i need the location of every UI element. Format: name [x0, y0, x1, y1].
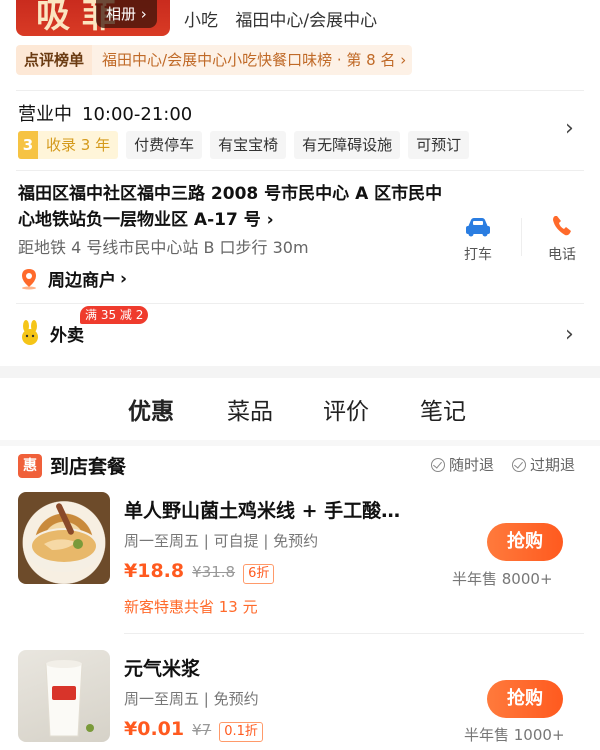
nearby-merchants-link[interactable]: 周边商户 › [18, 266, 127, 291]
store-header: 吸 菲 相册 › 小吃 福田中心/会展中心 点评榜单 福田中心/会展中心小吃快餐… [0, 0, 600, 90]
deal-thumbnail[interactable] [18, 492, 110, 584]
hours-time: 10:00-21:00 [82, 104, 193, 125]
deal-name: 元气米浆 [124, 658, 201, 680]
phone-icon [553, 216, 571, 236]
chevron-right-icon: › [140, 5, 147, 23]
takeout-entry[interactable]: 外卖 [18, 320, 84, 346]
tag-baby-chair: 有宝宝椅 [210, 131, 287, 159]
business-hours[interactable]: 营业中 10:00-21:00 [18, 100, 192, 126]
new-user-savings: 新客特惠共省 13 元 [124, 598, 258, 616]
deal-price: ¥18.8 [124, 560, 185, 582]
subway-distance: 距地铁 4 号线市民中心站 B 口步行 30m [18, 238, 309, 257]
car-icon [466, 218, 490, 237]
discount-icon: 惠 [18, 453, 42, 478]
category-type: 小吃 [184, 11, 218, 31]
chevron-right-icon[interactable]: › [565, 116, 574, 141]
chevron-right-icon[interactable]: › [565, 322, 574, 347]
category-area: 福田中心/会展中心 [235, 11, 378, 31]
deals-title: 到店套餐 [50, 456, 127, 478]
deals-header: 惠 到店套餐 [18, 452, 126, 479]
store-address[interactable]: 福田区福中社区福中三路 2008 号市民中心 A 区市民中心地铁站负一层物业区 … [18, 181, 448, 233]
takeout-label: 外卖 [50, 325, 84, 346]
refund-expired: 过期退 [512, 454, 575, 475]
section-gap [0, 366, 600, 378]
deal-price-row: ¥0.01 ¥7 0.1折 [124, 718, 263, 742]
taxi-label: 打车 [464, 247, 492, 263]
deal-meta: 周一至周五 | 可自提 | 免预约 [124, 532, 319, 550]
tag-parking: 付费停车 [126, 131, 203, 159]
refund-anytime: 随时退 [431, 454, 494, 475]
deal-original-price: ¥7 [192, 721, 212, 739]
sales-count: 半年售 8000+ [452, 570, 553, 588]
tag-reservable: 可预订 [408, 131, 470, 159]
deal-meta: 周一至周五 | 免预约 [124, 690, 259, 708]
divider [521, 218, 522, 256]
divider [16, 170, 584, 171]
rank-banner[interactable]: 点评榜单 福田中心/会展中心小吃快餐口味榜 · 第 8 名 › [16, 45, 413, 75]
tab-notes[interactable]: 笔记 [420, 392, 466, 426]
takeout-promo-badge: 满 35 减 2 [80, 306, 149, 324]
deal-price: ¥0.01 [124, 718, 185, 740]
rank-tag: 点评榜单 [16, 45, 93, 75]
deal-price-row: ¥18.8 ¥31.8 6折 [124, 560, 275, 584]
buy-button[interactable]: 抢购 [487, 680, 563, 718]
album-button[interactable]: 相册 › [96, 0, 157, 28]
nearby-label: 周边商户 [48, 271, 116, 291]
deal-thumbnail[interactable] [18, 650, 110, 742]
phone-button[interactable]: 电话 [537, 214, 587, 264]
location-pin-icon [22, 268, 36, 289]
phone-label: 电话 [548, 247, 576, 263]
rank-text: 福田中心/会展中心小吃快餐口味榜 · 第 8 名 › [92, 45, 413, 75]
deal-discount: 6折 [243, 564, 275, 584]
tag-accessible: 有无障碍设施 [294, 131, 401, 159]
divider [16, 303, 584, 304]
deal-name: 单人野山菌土鸡米线 + 手工酸… [124, 500, 401, 522]
check-circle-icon [431, 457, 445, 472]
rice-milk-cup-image [45, 660, 94, 737]
tab-bar: 优惠 菜品 评价 笔记 [0, 392, 600, 440]
years-number: 3 [18, 131, 38, 159]
open-status: 营业中 [18, 104, 72, 125]
buy-button[interactable]: 抢购 [487, 523, 563, 561]
category-line: 小吃 福田中心/会展中心 [184, 6, 389, 31]
feature-tags: 3 收录 3 年 付费停车 有宝宝椅 有无障碍设施 可预订 [18, 131, 470, 159]
years-listed-badge: 3 收录 3 年 [18, 131, 119, 159]
section-gap [0, 440, 600, 446]
deal-discount: 0.1折 [219, 722, 263, 742]
sales-count: 半年售 1000+ [464, 726, 565, 744]
tab-dishes[interactable]: 菜品 [227, 392, 273, 426]
album-label: 相册 [106, 5, 137, 23]
divider [16, 90, 584, 91]
taxi-button[interactable]: 打车 [453, 216, 503, 264]
tab-reviews[interactable]: 评价 [323, 392, 369, 426]
years-text: 收录 3 年 [46, 136, 111, 154]
divider [124, 633, 584, 634]
noodle-bowl-image [26, 503, 102, 572]
kangaroo-icon [22, 320, 38, 345]
deal-original-price: ¥31.8 [192, 563, 236, 581]
tab-deals[interactable]: 优惠 [128, 392, 174, 428]
check-circle-icon [512, 457, 526, 472]
chevron-right-icon: › [120, 268, 128, 289]
